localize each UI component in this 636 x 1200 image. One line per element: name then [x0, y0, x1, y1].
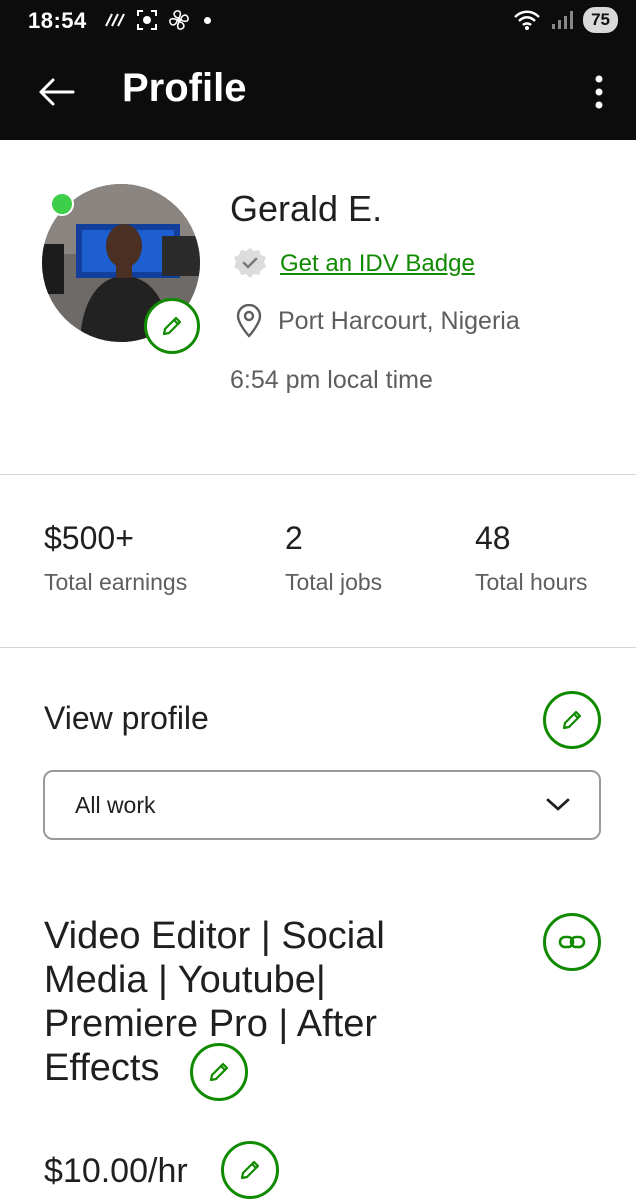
- signal-icon: [552, 11, 574, 29]
- pencil-icon: [209, 1062, 229, 1082]
- divider: [0, 647, 636, 648]
- location-row: Port Harcourt, Nigeria: [234, 304, 520, 338]
- location-text: Port Harcourt, Nigeria: [278, 306, 520, 335]
- profile-header: Gerald E. Get an IDV Badge Port Harcourt…: [0, 140, 636, 474]
- status-time: 18:54: [28, 8, 87, 33]
- user-name: Gerald E.: [230, 188, 383, 229]
- fan-icon: [169, 10, 189, 30]
- work-filter-select[interactable]: All work: [43, 770, 601, 840]
- edit-avatar-button[interactable]: [144, 298, 200, 354]
- link-icon: [558, 935, 586, 949]
- idv-badge-row: Get an IDV Badge: [232, 246, 475, 282]
- profile-title: Video Editor | Social Media | Youtube| P…: [44, 914, 484, 1090]
- verified-badge-icon: [234, 248, 266, 278]
- notification-icons: [104, 9, 211, 31]
- more-options-button[interactable]: [584, 68, 614, 116]
- notification-dot-icon: [204, 16, 211, 24]
- screenshot-icon: [137, 10, 157, 30]
- wifi-icon: [514, 10, 540, 30]
- stat-label: Total hours: [475, 569, 588, 595]
- stat-value: $500+: [44, 520, 134, 556]
- system-icons: 75: [513, 7, 618, 33]
- edit-rate-button[interactable]: [221, 1141, 279, 1199]
- online-status-dot: [50, 192, 74, 216]
- edit-title-button[interactable]: [190, 1043, 248, 1101]
- back-button[interactable]: [30, 68, 82, 116]
- back-arrow-icon: [39, 78, 75, 106]
- avatar-container: [42, 184, 202, 354]
- get-idv-badge-link[interactable]: Get an IDV Badge: [280, 250, 475, 278]
- chevron-down-icon: [546, 798, 570, 811]
- stat-total-jobs: 2 Total jobs: [285, 520, 382, 596]
- stat-total-hours: 48 Total hours: [475, 520, 588, 596]
- battery-indicator: 75: [583, 7, 618, 33]
- app-bar: Profile: [0, 44, 636, 140]
- pencil-icon: [240, 1160, 260, 1180]
- local-time: 6:54 pm local time: [230, 366, 433, 394]
- view-profile-heading: View profile: [44, 700, 209, 736]
- pencil-icon: [562, 710, 582, 730]
- stat-value: 48: [475, 520, 511, 556]
- stat-label: Total earnings: [44, 569, 188, 595]
- select-value: All work: [75, 791, 156, 818]
- data-saver-icon: [105, 13, 125, 27]
- divider: [0, 474, 636, 475]
- page-title: Profile: [122, 66, 247, 110]
- pencil-icon: [162, 316, 182, 336]
- stat-total-earnings: $500+ Total earnings: [44, 520, 187, 596]
- hourly-rate: $10.00/hr: [44, 1152, 188, 1190]
- copy-link-button[interactable]: [543, 913, 601, 971]
- more-vertical-icon: [595, 75, 603, 109]
- stat-value: 2: [285, 520, 303, 556]
- edit-profile-button[interactable]: [543, 691, 601, 749]
- location-pin-icon: [236, 304, 262, 338]
- status-bar: 18:54 75: [0, 0, 636, 44]
- stat-label: Total jobs: [285, 569, 383, 595]
